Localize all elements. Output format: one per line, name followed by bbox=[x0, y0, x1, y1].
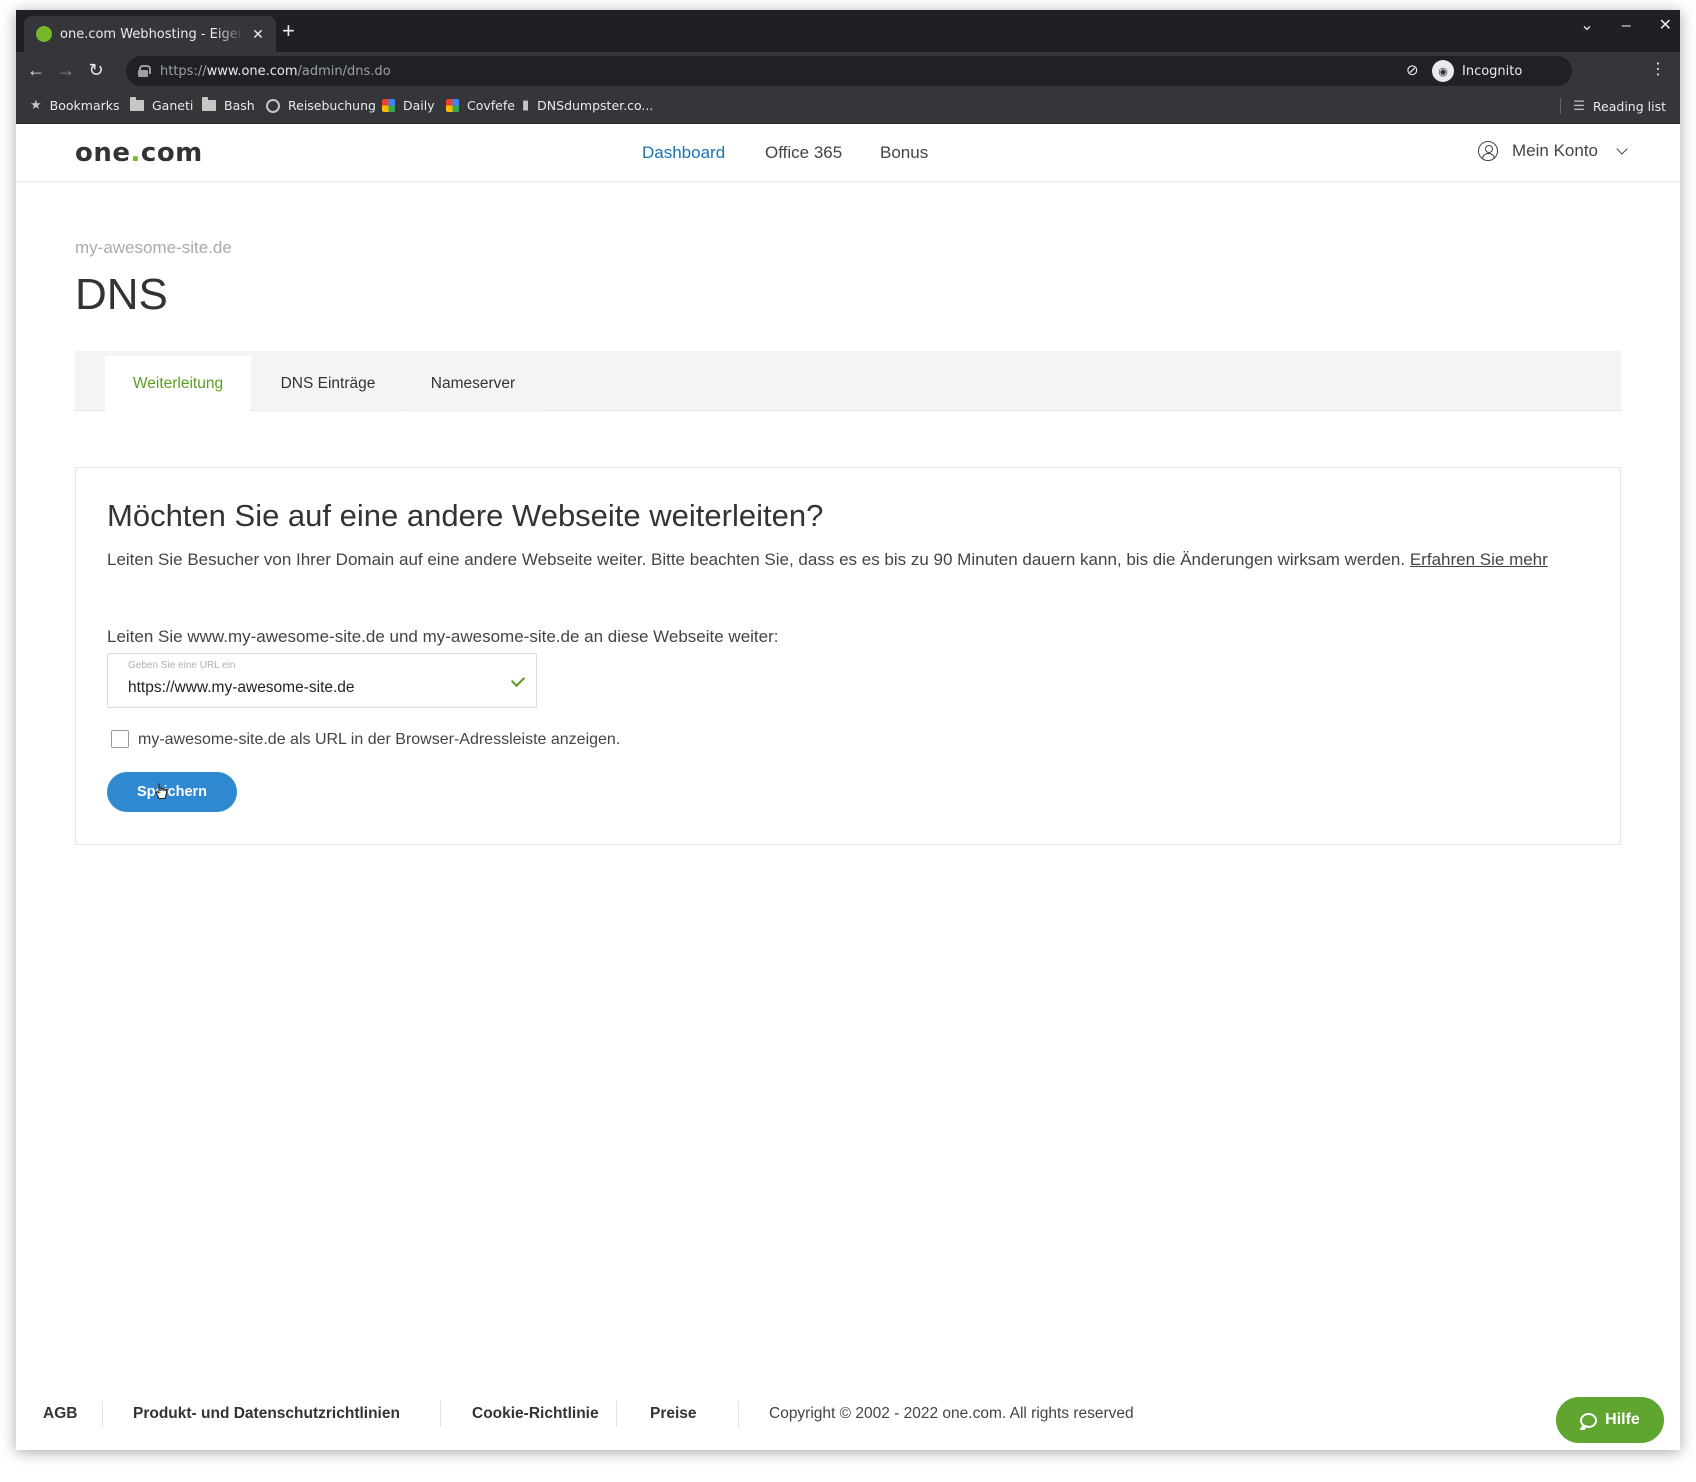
bookmark-label: Bash bbox=[224, 98, 255, 113]
tab-weiterleitung[interactable]: Weiterleitung bbox=[105, 356, 251, 412]
footer-divider bbox=[738, 1401, 739, 1427]
browser-titlebar: one.com Webhosting - Eigene Domain ✕ + ⌄… bbox=[16, 10, 1680, 52]
save-button[interactable]: Speichern bbox=[107, 772, 237, 812]
favicon-icon bbox=[36, 26, 52, 42]
card-description: Leiten Sie Besucher von Ihrer Domain auf… bbox=[107, 548, 1587, 572]
dns-tabs: Weiterleitung DNS Einträge Nameserver bbox=[75, 351, 1621, 412]
page-title: DNS bbox=[75, 270, 168, 319]
url-host: www.one.com bbox=[206, 63, 298, 79]
footer-link-preise[interactable]: Preise bbox=[650, 1405, 697, 1423]
bookmark-label: Ganeti bbox=[152, 98, 194, 113]
redirect-url-field[interactable]: Geben Sie eine URL ein bbox=[107, 653, 537, 708]
page: one.com Dashboard Office 365 Bonus Mein … bbox=[16, 124, 1680, 1450]
help-label: Hilfe bbox=[1605, 1411, 1640, 1428]
logo-suffix: com bbox=[140, 138, 203, 168]
bookmark-label: Covfefe bbox=[467, 98, 515, 113]
bookmark-dnsdumpster[interactable]: ▮ DNSdumpster.co... bbox=[522, 98, 653, 113]
browser-tab[interactable]: one.com Webhosting - Eigene Domain ✕ bbox=[24, 16, 276, 52]
url-path: /admin/dns.do bbox=[297, 63, 391, 79]
footer-link-agb[interactable]: AGB bbox=[43, 1405, 77, 1423]
one-com-logo[interactable]: one.com bbox=[75, 138, 203, 168]
footer-divider bbox=[440, 1401, 441, 1427]
chevron-down-icon bbox=[1616, 143, 1628, 155]
new-tab-icon[interactable]: + bbox=[282, 20, 295, 42]
close-window-icon[interactable]: ✕ bbox=[1659, 18, 1672, 34]
bookmark-label: DNSdumpster.co... bbox=[537, 98, 654, 113]
account-menu[interactable]: Mein Konto bbox=[1478, 141, 1628, 161]
redirect-instruction: Leiten Sie www.my-awesome-site.de und my… bbox=[107, 627, 779, 646]
site-icon: ▮ bbox=[522, 98, 530, 113]
reading-list-icon: ☰ bbox=[1573, 98, 1585, 114]
bookmarks-bar: ★ Bookmarks Ganeti Bash Reisebuchung Dai… bbox=[16, 90, 1680, 124]
footer-divider bbox=[616, 1401, 617, 1427]
address-bar[interactable]: https://www.one.com/admin/dns.do ⊘ ☆ bbox=[126, 56, 1572, 86]
logo-dot: . bbox=[130, 138, 141, 168]
tab-nameserver[interactable]: Nameserver bbox=[405, 356, 541, 412]
learn-more-link[interactable]: Erfahren Sie mehr bbox=[1410, 550, 1548, 569]
checkmark-icon bbox=[510, 672, 526, 688]
user-circle-icon bbox=[1478, 141, 1498, 161]
footer-link-datenschutz[interactable]: Produkt- und Datenschutzrichtlinien bbox=[133, 1405, 400, 1423]
folder-icon bbox=[130, 97, 144, 111]
globe-icon bbox=[266, 98, 280, 113]
eye-off-icon[interactable]: ⊘ bbox=[1406, 61, 1419, 79]
bookmark-covfefe[interactable]: Covfefe bbox=[446, 98, 515, 113]
domain-name: my-awesome-site.de bbox=[75, 238, 232, 257]
footer-link-cookie[interactable]: Cookie-Richtlinie bbox=[472, 1405, 599, 1423]
browser-window: one.com Webhosting - Eigene Domain ✕ + ⌄… bbox=[16, 10, 1680, 1450]
minimize-icon[interactable]: – bbox=[1622, 18, 1631, 34]
bookmark-reisebuchung[interactable]: Reisebuchung bbox=[266, 98, 376, 113]
description-text: Leiten Sie Besucher von Ihrer Domain auf… bbox=[107, 550, 1406, 569]
url-field-label: Geben Sie eine URL ein bbox=[128, 660, 236, 671]
site-footer: AGB Produkt- und Datenschutzrichtlinien … bbox=[16, 1401, 1680, 1445]
tab-search-chevron-icon[interactable]: ⌄ bbox=[1580, 18, 1593, 34]
chat-bubble-icon bbox=[1580, 1412, 1598, 1428]
hand-cursor-icon bbox=[155, 783, 168, 800]
card-title: Möchten Sie auf eine andere Webseite wei… bbox=[107, 498, 824, 533]
site-header: one.com Dashboard Office 365 Bonus Mein … bbox=[16, 124, 1680, 182]
incognito-badge[interactable]: ◉ Incognito bbox=[1432, 57, 1522, 85]
back-arrow-icon[interactable]: ← bbox=[24, 59, 48, 81]
bookmark-bookmarks[interactable]: ★ Bookmarks bbox=[30, 98, 120, 113]
logo-text: one bbox=[75, 138, 131, 168]
url-scheme: https:// bbox=[160, 63, 207, 79]
bookmark-label: Reisebuchung bbox=[288, 98, 376, 113]
reading-list-label: Reading list bbox=[1592, 98, 1666, 114]
show-url-checkbox[interactable] bbox=[111, 730, 129, 748]
forward-arrow-icon[interactable]: → bbox=[54, 59, 78, 81]
incognito-label: Incognito bbox=[1462, 63, 1523, 79]
help-button[interactable]: Hilfe bbox=[1556, 1397, 1664, 1443]
redirect-url-input[interactable] bbox=[128, 678, 488, 698]
reading-list-button[interactable]: ☰ Reading list bbox=[1560, 98, 1666, 114]
bookmark-daily[interactable]: Daily bbox=[382, 98, 435, 113]
folder-icon bbox=[202, 97, 216, 111]
close-tab-icon[interactable]: ✕ bbox=[250, 26, 266, 43]
lock-icon[interactable] bbox=[138, 65, 151, 77]
incognito-icon: ◉ bbox=[1432, 60, 1454, 82]
divider bbox=[1560, 98, 1562, 114]
browser-toolbar: ← → ↻ https://www.one.com/admin/dns.do ⊘… bbox=[16, 52, 1680, 90]
url-text: https://www.one.com/admin/dns.do bbox=[160, 64, 391, 79]
show-url-checkbox-label[interactable]: my-awesome-site.de als URL in der Browse… bbox=[138, 731, 620, 749]
tab-dns-eintraege[interactable]: DNS Einträge bbox=[255, 356, 401, 412]
copyright-text: Copyright © 2002 - 2022 one.com. All rig… bbox=[769, 1405, 1134, 1422]
bookmark-label: Bookmarks bbox=[49, 98, 120, 113]
redirect-card: Möchten Sie auf eine andere Webseite wei… bbox=[75, 467, 1621, 845]
tab-title: one.com Webhosting - Eigene Domain bbox=[60, 26, 244, 42]
calendar-icon bbox=[382, 99, 395, 112]
bookmark-ganeti[interactable]: Ganeti bbox=[130, 97, 194, 113]
window-controls: ⌄ – ✕ bbox=[1580, 18, 1672, 34]
nav-bonus[interactable]: Bonus bbox=[880, 143, 928, 163]
bookmark-bash[interactable]: Bash bbox=[202, 97, 255, 113]
footer-divider bbox=[102, 1401, 103, 1427]
nav-office-365[interactable]: Office 365 bbox=[765, 143, 842, 163]
nav-dashboard[interactable]: Dashboard bbox=[642, 143, 725, 163]
bookmark-label: Daily bbox=[403, 98, 435, 113]
reload-icon[interactable]: ↻ bbox=[84, 59, 108, 81]
browser-menu-icon[interactable]: ⋮ bbox=[1650, 61, 1666, 79]
account-label: Mein Konto bbox=[1512, 141, 1598, 160]
calendar-icon bbox=[446, 99, 459, 112]
star-icon: ★ bbox=[30, 98, 42, 113]
